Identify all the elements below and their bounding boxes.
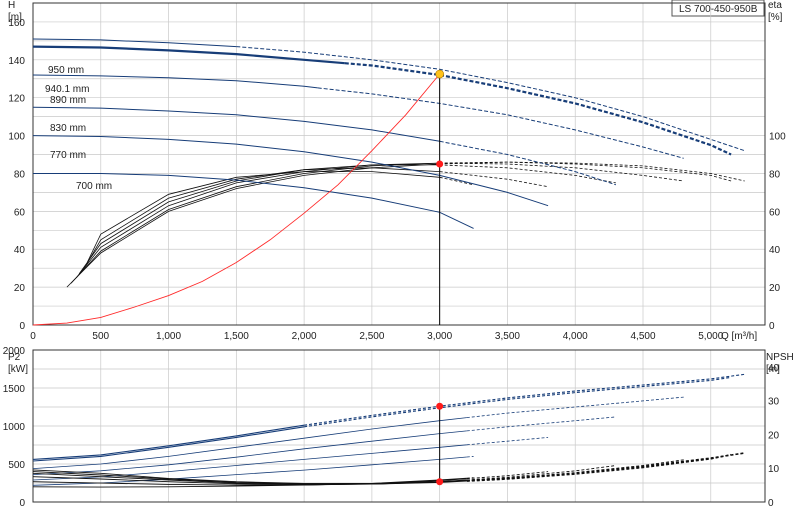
flow-tick-label: 5,000 [698,331,723,342]
efficiency-duty-point [436,160,444,168]
power-tick-label: 2000 [3,346,26,357]
head-tick-label: 80 [14,169,26,180]
impeller-diameter-label: 700 mm [76,181,112,192]
eta-tick-label: 60 [769,207,781,218]
head-tick-label: 140 [8,56,25,67]
head-tick-label: 160 [8,18,25,29]
power-curve [32,417,467,469]
head-curve-extension [344,62,732,156]
chart-canvas: H [m] eta [%] LS 700-450-950B Q [m³/h] P… [3,0,794,509]
flow-tick-label: 1,500 [224,331,249,342]
power-curve [32,430,467,475]
power-npsh-plot: 0 500 1000 1500 2000 0 10 20 30 40 [3,346,780,509]
power-tick-label: 1500 [3,384,26,395]
power-curve-extension [466,416,616,432]
flow-tick-label: 4,000 [563,331,588,342]
head-curve [32,45,345,65]
model-label: LS 700-450-950B [679,4,758,15]
head-curve-extension [317,87,684,159]
pump-performance-chart: H [m] eta [%] LS 700-450-950B Q [m³/h] P… [0,0,800,520]
head-tick-label: 0 [19,321,25,332]
eta-tick-label: 80 [769,169,781,180]
impeller-diameter-label: 830 mm [50,123,86,134]
power-curve-extension [304,376,732,428]
npsh-tick-label: 40 [768,363,780,374]
npsh-tick-label: 30 [768,397,780,408]
impeller-diameter-label: 770 mm [50,150,86,161]
efficiency-curve [76,162,440,278]
impeller-diameter-label: 890 mm [50,95,86,106]
head-tick-label: 100 [8,132,25,143]
power-duty-point [436,402,444,410]
npsh-curve-extension [466,452,745,482]
head-duty-point [435,69,444,79]
impeller-diameter-label: 940.1 mm [45,84,89,95]
efficiency-curve [78,164,440,275]
efficiency-curve-extension [439,176,474,186]
flow-tick-label: 0 [30,331,36,342]
flow-tick-label: 3,500 [495,331,520,342]
head-curve-extension [236,46,745,152]
impeller-diameter-label: 950 mm [48,65,84,76]
flow-axis-label: Q [m³/h] [721,331,757,342]
power-curve-extension [466,456,474,458]
head-efficiency-plot: 0 500 1,000 1,500 2,000 2,500 3,000 3,500 4,000 4… [8,2,786,342]
eta-axis-label: eta [768,0,782,11]
power-tick-label: 1000 [3,422,26,433]
head-curve [32,38,237,48]
flow-tick-label: 3,000 [427,331,452,342]
efficiency-curve-extension [439,164,616,184]
flow-tick-label: 2,500 [359,331,384,342]
efficiency-curve [86,171,440,263]
efficiency-curve [70,162,440,284]
flow-tick-label: 4,500 [630,331,655,342]
flow-tick-label: 2,000 [292,331,317,342]
efficiency-curve-extension [439,162,684,182]
head-tick-label: 120 [8,94,25,105]
npsh-curve-extension [466,477,474,479]
eta-tick-label: 0 [769,321,775,332]
npsh-duty-point [436,478,444,486]
flow-tick-label: 500 [92,331,109,342]
npsh-tick-label: 20 [768,430,780,441]
npsh-tick-label: 0 [768,498,774,509]
power-tick-label: 0 [19,498,25,509]
head-tick-label: 20 [14,283,26,294]
eta-tick-label: 20 [769,283,781,294]
power-tick-label: 500 [8,460,25,471]
eta-tick-label: 40 [769,245,781,256]
efficiency-curve-extension [439,161,732,182]
head-axis-label: H [8,0,15,11]
head-curve [32,135,549,207]
head-tick-label: 40 [14,245,26,256]
head-tick-label: 60 [14,207,26,218]
eta-axis-unit: [%] [768,12,783,23]
npsh-tick-label: 10 [768,464,780,475]
power-axis-unit: [kW] [8,364,28,375]
flow-tick-label: 1,000 [156,331,181,342]
eta-tick-label: 100 [769,132,786,143]
npsh-axis-label: NPSH [766,352,794,363]
